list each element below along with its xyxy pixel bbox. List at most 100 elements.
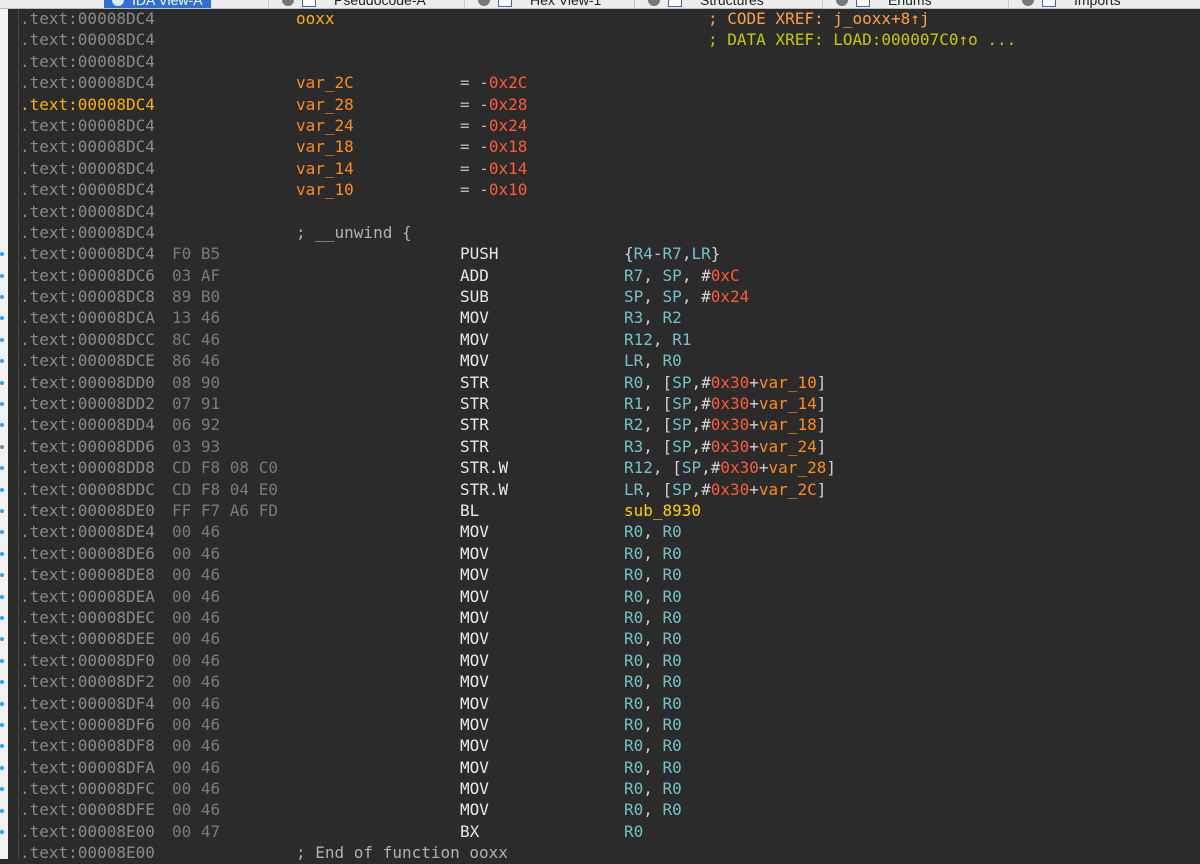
mnemonic[interactable]: BX bbox=[460, 821, 479, 842]
address[interactable]: .text:00008DF0 bbox=[20, 650, 155, 671]
operands[interactable]: SP, SP, #0x24 bbox=[624, 286, 749, 307]
header-line[interactable]: .text:00008DC4 var_28 = -0x28 bbox=[20, 94, 1200, 115]
function-name[interactable]: ooxx bbox=[296, 8, 335, 29]
address[interactable]: .text:00008DFA bbox=[20, 757, 155, 778]
operands[interactable]: LR, [SP,#0x30+var_2C] bbox=[624, 479, 826, 500]
operands[interactable]: R0, R0 bbox=[624, 607, 682, 628]
address[interactable]: .text:00008DD8 bbox=[20, 457, 155, 478]
mnemonic[interactable]: MOV bbox=[460, 329, 489, 350]
mnemonic[interactable]: PUSH bbox=[460, 243, 499, 264]
address[interactable]: .text:00008DF8 bbox=[20, 735, 155, 756]
address[interactable]: .text:00008DC4 bbox=[20, 115, 155, 136]
address[interactable]: .text:00008DC4 bbox=[20, 201, 155, 222]
address[interactable]: .text:00008DC4 bbox=[20, 179, 155, 200]
mnemonic[interactable]: STR.W bbox=[460, 457, 508, 478]
address[interactable]: .text:00008DC8 bbox=[20, 286, 155, 307]
header-line[interactable]: .text:00008DC4 var_24 = -0x24 bbox=[20, 115, 1200, 136]
instruction-line[interactable]: .text:00008DE6 00 46 MOV R0, R0 bbox=[20, 543, 1200, 564]
instruction-line[interactable]: .text:00008DFE 00 46 MOV R0, R0 bbox=[20, 799, 1200, 820]
operands[interactable]: LR, R0 bbox=[624, 350, 682, 371]
tab-pseudocode-a[interactable]: Pseudocode-A bbox=[282, 0, 426, 8]
stack-variable[interactable]: var_2C bbox=[296, 72, 354, 93]
tab-hex-view-1[interactable]: Hex View-1 bbox=[478, 0, 601, 8]
address[interactable]: .text:00008DC4 bbox=[20, 158, 155, 179]
address[interactable]: .text:00008DC4 bbox=[20, 8, 155, 29]
operands[interactable]: R0, R0 bbox=[624, 714, 682, 735]
mnemonic[interactable]: ADD bbox=[460, 265, 489, 286]
mnemonic[interactable]: MOV bbox=[460, 714, 489, 735]
address[interactable]: .text:00008DC4 bbox=[20, 29, 155, 50]
operands[interactable]: {R4-R7,LR} bbox=[624, 243, 720, 264]
address[interactable]: .text:00008DD2 bbox=[20, 393, 155, 414]
instruction-line[interactable]: .text:00008DC6 03 AF ADD R7, SP, #0xC bbox=[20, 265, 1200, 286]
instruction-line[interactable]: .text:00008DF6 00 46 MOV R0, R0 bbox=[20, 714, 1200, 735]
address[interactable]: .text:00008DEC bbox=[20, 607, 155, 628]
tab-imports[interactable]: Imports bbox=[1022, 0, 1121, 8]
instruction-line[interactable]: .text:00008DE8 00 46 MOV R0, R0 bbox=[20, 564, 1200, 585]
operands[interactable]: R0, R0 bbox=[624, 757, 682, 778]
address[interactable]: .text:00008DC4 bbox=[20, 243, 155, 264]
instruction-line[interactable]: .text:00008DD2 07 91 STR R1, [SP,#0x30+var_… bbox=[20, 393, 1200, 414]
close-icon[interactable] bbox=[836, 0, 848, 6]
xref-comment[interactable]: ; DATA XREF: LOAD:000007C0↑o ... bbox=[708, 29, 1016, 50]
mnemonic[interactable]: MOV bbox=[460, 671, 489, 692]
address[interactable]: .text:00008DC4 bbox=[20, 222, 155, 243]
operands[interactable]: R12, R1 bbox=[624, 329, 691, 350]
instruction-line[interactable]: .text:00008DDC CD F8 04 E0 STR.W LR, [SP,#0… bbox=[20, 479, 1200, 500]
operand-call-target[interactable]: sub_8930 bbox=[624, 501, 701, 520]
mnemonic[interactable]: MOV bbox=[460, 693, 489, 714]
address[interactable]: .text:00008DCE bbox=[20, 350, 155, 371]
header-line[interactable]: .text:00008DC4 var_18 = -0x18 bbox=[20, 136, 1200, 157]
operand-variable[interactable]: var_14 bbox=[759, 394, 817, 413]
address[interactable]: .text:00008DEA bbox=[20, 586, 155, 607]
address[interactable]: .text:00008E00 bbox=[20, 821, 155, 842]
operands[interactable]: R0, R0 bbox=[624, 586, 682, 607]
address[interactable]: .text:00008DC4 bbox=[20, 136, 155, 157]
address[interactable]: .text:00008DC4 bbox=[20, 94, 155, 115]
mnemonic[interactable]: MOV bbox=[460, 607, 489, 628]
mnemonic[interactable]: MOV bbox=[460, 307, 489, 328]
close-icon[interactable] bbox=[282, 0, 294, 6]
operands[interactable]: R0, R0 bbox=[624, 650, 682, 671]
address[interactable]: .text:00008DD0 bbox=[20, 372, 155, 393]
instruction-line[interactable]: .text:00008DF8 00 46 MOV R0, R0 bbox=[20, 735, 1200, 756]
operands[interactable]: R0, R0 bbox=[624, 735, 682, 756]
mnemonic[interactable]: MOV bbox=[460, 564, 489, 585]
instruction-line[interactable]: .text:00008DD0 08 90 STR R0, [SP,#0x30+var_… bbox=[20, 372, 1200, 393]
address[interactable]: .text:00008DD4 bbox=[20, 414, 155, 435]
instruction-line[interactable]: .text:00008DEC 00 46 MOV R0, R0 bbox=[20, 607, 1200, 628]
operands[interactable]: R0, R0 bbox=[624, 543, 682, 564]
instruction-line[interactable]: .text:00008DF0 00 46 MOV R0, R0 bbox=[20, 650, 1200, 671]
operands[interactable]: R0, R0 bbox=[624, 628, 682, 649]
operands[interactable]: R0 bbox=[624, 821, 643, 842]
address[interactable]: .text:00008DDC bbox=[20, 479, 155, 500]
operands[interactable]: R0, [SP,#0x30+var_10] bbox=[624, 372, 826, 393]
mnemonic[interactable]: SUB bbox=[460, 286, 489, 307]
address[interactable]: .text:00008DC6 bbox=[20, 265, 155, 286]
instruction-line[interactable]: .text:00008DE4 00 46 MOV R0, R0 bbox=[20, 521, 1200, 542]
address[interactable]: .text:00008DFC bbox=[20, 778, 155, 799]
operands[interactable]: R0, R0 bbox=[624, 799, 682, 820]
address[interactable]: .text:00008E00 bbox=[20, 842, 155, 863]
mnemonic[interactable]: MOV bbox=[460, 778, 489, 799]
mnemonic[interactable]: MOV bbox=[460, 757, 489, 778]
header-line[interactable]: .text:00008DC4 var_2C = -0x2C bbox=[20, 72, 1200, 93]
address[interactable]: .text:00008DE6 bbox=[20, 543, 155, 564]
operands[interactable]: R7, SP, #0xC bbox=[624, 265, 740, 286]
header-line[interactable]: .text:00008DC4 ooxx ; CODE XREF: j_ooxx+8↑… bbox=[20, 8, 1200, 29]
address[interactable]: .text:00008DC4 bbox=[20, 51, 155, 72]
instruction-line[interactable]: .text:00008DC4 F0 B5 PUSH {R4-R7,LR} bbox=[20, 243, 1200, 264]
operands[interactable]: R0, R0 bbox=[624, 778, 682, 799]
mnemonic[interactable]: MOV bbox=[460, 350, 489, 371]
operands[interactable]: R12, [SP,#0x30+var_28] bbox=[624, 457, 836, 478]
stack-variable[interactable]: var_24 bbox=[296, 115, 354, 136]
instruction-line[interactable]: .text:00008DEE 00 46 MOV R0, R0 bbox=[20, 628, 1200, 649]
close-icon[interactable] bbox=[478, 0, 490, 6]
address[interactable]: .text:00008DEE bbox=[20, 628, 155, 649]
operands[interactable]: R0, R0 bbox=[624, 671, 682, 692]
mnemonic[interactable]: MOV bbox=[460, 650, 489, 671]
operands[interactable]: R3, R2 bbox=[624, 307, 682, 328]
close-icon[interactable] bbox=[1022, 0, 1034, 6]
operand-variable[interactable]: var_18 bbox=[759, 415, 817, 434]
instruction-line[interactable]: .text:00008DD4 06 92 STR R2, [SP,#0x30+var_… bbox=[20, 414, 1200, 435]
